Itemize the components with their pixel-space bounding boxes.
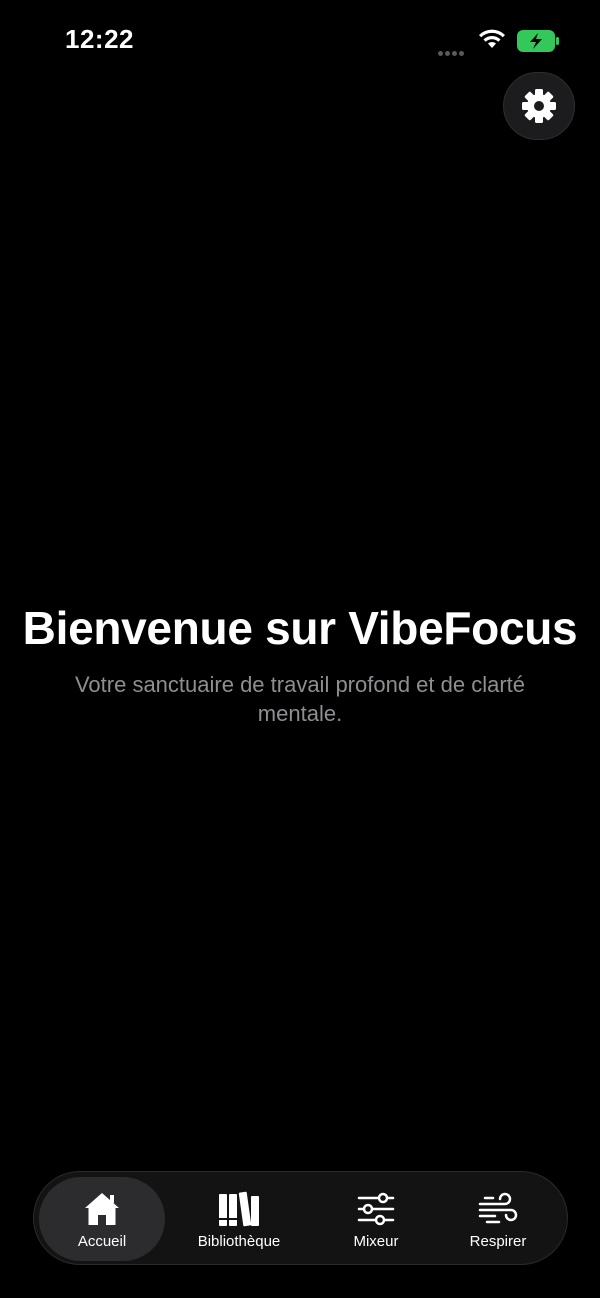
cellular-signal-icon (438, 43, 468, 56)
tab-mixeur[interactable]: Mixeur (313, 1177, 439, 1261)
page-title: Bienvenue sur VibeFocus (22, 602, 578, 654)
page-subtitle: Votre sanctuaire de travail profond et d… (74, 672, 526, 726)
house-icon (82, 1189, 122, 1229)
tab-respirer[interactable]: Respirer (439, 1177, 557, 1261)
settings-button[interactable] (503, 72, 575, 140)
status-bar: 12:22 (0, 0, 600, 80)
tab-bar: Accueil Bibliothèque Mixeur Respirer (33, 1171, 568, 1265)
sliders-icon (356, 1189, 396, 1229)
welcome-section: Bienvenue sur VibeFocus Votre sanctuaire… (0, 598, 600, 728)
battery-icon (517, 30, 561, 57)
status-time: 12:22 (65, 24, 134, 54)
tab-label: Respirer (469, 1232, 527, 1250)
gear-icon (522, 89, 556, 123)
books-icon (217, 1189, 261, 1229)
tab-label: Bibliothèque (197, 1232, 281, 1250)
tab-label: Accueil (77, 1232, 127, 1250)
tab-accueil[interactable]: Accueil (39, 1177, 165, 1261)
tab-bibliotheque[interactable]: Bibliothèque (175, 1177, 303, 1261)
wifi-icon (478, 28, 506, 55)
wind-icon (477, 1189, 519, 1229)
tab-label: Mixeur (353, 1232, 399, 1250)
